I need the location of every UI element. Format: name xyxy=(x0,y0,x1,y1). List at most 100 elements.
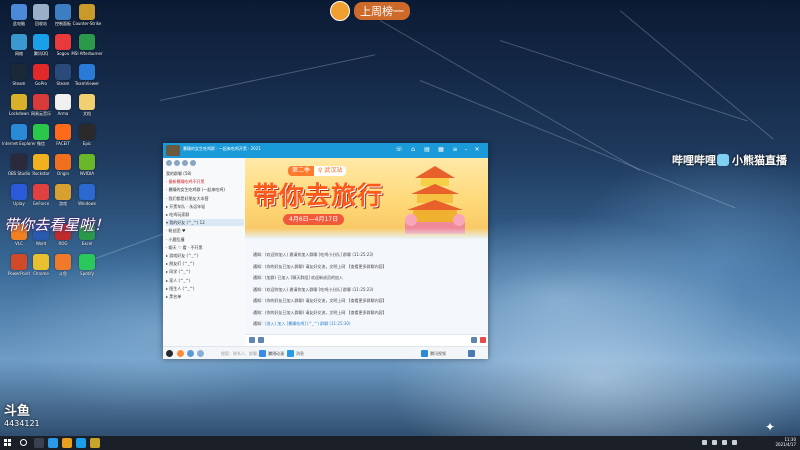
contact-list-item[interactable]: ▸ 朋友们 (^_^) xyxy=(166,260,244,267)
qq-footer-bar: 搜索：联系人、群聊、群、文件 腾讯动漫 消息 腾讯视频 xyxy=(163,346,488,359)
footer-item-a[interactable]: 腾讯动漫 xyxy=(268,350,284,357)
emoji-icon[interactable] xyxy=(249,337,255,343)
desktop-icon-label: Counter-Strike xyxy=(72,21,102,26)
send-icon[interactable] xyxy=(468,350,475,357)
msg-tab-icon[interactable] xyxy=(166,160,172,166)
task-view-icon[interactable] xyxy=(34,438,44,448)
desktop-icon-label: NVIDIA xyxy=(80,171,94,176)
app-icon xyxy=(79,124,95,140)
status-icon[interactable] xyxy=(177,350,184,357)
contact-panel: 我的群聊 (58) · 最新暴躁吃鸡不开黑 · 暴躁的女生吃鸡群 (一起来吃鸡) · … xyxy=(163,158,246,359)
toolbar-call-icon[interactable]: ☏ xyxy=(395,146,403,154)
network-icon[interactable] xyxy=(712,440,717,445)
desktop-icon-label: Windows xyxy=(78,201,96,206)
search-icon[interactable] xyxy=(20,439,27,446)
banner-season-b: ♀ 武汉站 xyxy=(314,166,347,176)
footer-item-c[interactable]: 腾讯视频 xyxy=(430,350,446,357)
comic-icon[interactable] xyxy=(259,350,266,357)
more-tab-icon[interactable] xyxy=(190,160,196,166)
group-avatar[interactable] xyxy=(166,145,180,156)
app-icon xyxy=(79,254,95,270)
douyu-room-id: 4434121 xyxy=(4,419,40,428)
mail-icon[interactable] xyxy=(197,350,204,357)
toolbar-app-icon[interactable]: ▦ xyxy=(437,146,445,154)
app-icon xyxy=(55,184,71,200)
mic-icon[interactable] xyxy=(480,337,486,343)
message-prefix: 通知： xyxy=(253,263,265,269)
contact-list-item[interactable]: ▸ 游戏好友 (^_^) xyxy=(166,252,244,259)
system-clock[interactable]: 11:30 2021/4/17 xyxy=(775,437,796,447)
csgo-taskbar-icon[interactable] xyxy=(90,438,100,448)
edge-icon[interactable] xyxy=(48,438,58,448)
desktop-icon-label: 文档 xyxy=(83,111,91,116)
ime-icon[interactable] xyxy=(732,440,737,445)
chat-message: 通知：(加群) 已加入 [聊天群组] 欢迎新成员的加入 xyxy=(253,274,485,282)
screenshot-icon[interactable] xyxy=(258,337,264,343)
app-icon xyxy=(79,4,95,20)
ad-banner[interactable]: 第二季 ♀ 武汉站 带你去旅行 4月6日—4月17日 xyxy=(245,158,488,239)
message-prefix: 通知： xyxy=(253,298,265,303)
contact-panel-tools xyxy=(166,160,196,167)
qq-title-bar[interactable]: 暴躁的女生吃鸡群 · 一起来吃鸡开黑 · 2021 ☏ ⌂ ▤ ▦ ≡ – ✕ xyxy=(163,143,488,158)
toolbar-home-icon[interactable]: ⌂ xyxy=(409,146,417,154)
contact-list-item[interactable]: ▸ 家人 (^_^) xyxy=(166,277,244,284)
contact-list-item[interactable]: ▸ 吃鸡玩家群 xyxy=(166,211,244,218)
tool-icon[interactable] xyxy=(421,350,428,357)
taskbar: 11:30 2021/4/17 xyxy=(0,436,800,450)
app-icon xyxy=(55,94,71,110)
douyu-logo: 斗鱼 xyxy=(4,404,31,419)
toolbar-file-icon[interactable]: ▤ xyxy=(423,146,431,154)
chat-area: 第二季 ♀ 武汉站 带你去旅行 4月6日—4月17日 通知：(欢迎你加入) 邀请… xyxy=(245,158,488,359)
message-text: (你的好友已加入群聊) 请友好交流，文明上网 【查看更多群聊内容】 xyxy=(265,309,387,315)
weather-icon[interactable] xyxy=(187,350,194,357)
contact-list-item[interactable]: ▸ 开黑车队 · 永远年轻 xyxy=(166,203,244,210)
streamer-avatar xyxy=(330,1,350,21)
contact-list-item[interactable]: ▸ 陌生人 (^_^) xyxy=(166,285,244,292)
contact-list-item[interactable]: · 暴躁的女生吃鸡群 (一起来吃鸡) xyxy=(166,186,244,193)
history-icon[interactable] xyxy=(471,337,477,343)
contact-list-item[interactable]: 我的群聊 (58) xyxy=(166,170,244,177)
app-icon xyxy=(55,154,71,170)
desktop-icon-label: Spotify xyxy=(80,271,94,276)
message-text: (欢迎你加入) 邀请你加入群聊 [吃鸡小分队] 群聊 (11:25:23) xyxy=(265,286,374,292)
contact-list-item[interactable]: ▾ 我的好友 (^_^) 12 xyxy=(166,219,244,227)
desktop-icon[interactable]: Spotify xyxy=(70,252,104,290)
contact-list-item[interactable]: ▸ 黑名单 xyxy=(166,293,244,300)
menu-icon[interactable]: ≡ xyxy=(451,146,459,154)
desktop-icon-label: Epic xyxy=(82,141,92,146)
banner-season-tag: 第二季 ♀ 武汉站 xyxy=(288,166,347,176)
footer-item-b[interactable]: 消息 xyxy=(296,350,304,357)
panda-tv-watermark: 小熊猫直播 xyxy=(717,152,787,168)
qq-taskbar-icon[interactable] xyxy=(76,438,86,448)
message-prefix: 通知： xyxy=(253,309,265,315)
avatar[interactable] xyxy=(166,350,173,357)
minimize-icon[interactable]: – xyxy=(462,146,470,154)
contact-list-item[interactable]: · 我们都是好朋友大本营 xyxy=(166,195,244,202)
chat-messages: 通知：(欢迎你加入) 邀请你加入群聊 [吃鸡小分队] 群聊 (11:25:23)… xyxy=(245,239,488,334)
contact-list-item[interactable]: · 小鹿乱撞 xyxy=(166,236,244,243)
contact-list-item[interactable]: ▸ 同学 (^_^) xyxy=(166,268,244,275)
chat-message: 通知：(欢迎你加入) 邀请你加入群聊 [吃鸡小分队] 群聊 (11:25:23) xyxy=(253,251,485,259)
contact-list-item[interactable]: · 最新暴躁吃鸡不开黑 xyxy=(166,178,244,185)
qq-chat-window: 暴躁的女生吃鸡群 · 一起来吃鸡开黑 · 2021 ☏ ⌂ ▤ ▦ ≡ – ✕ … xyxy=(163,143,488,359)
desktop-icon-label: TeamViewer xyxy=(74,81,100,86)
message-text: (你的好友已加入群聊) 请友好交流，文明上网 【查看更多群聊内容】 xyxy=(265,263,387,269)
volume-icon[interactable] xyxy=(722,440,727,445)
contacts-tab-icon[interactable] xyxy=(174,160,180,166)
message-text: (你的好友已加入群聊) 请友好交流，文明上网 【查看更多群聊内容】 xyxy=(265,298,387,303)
app-icon xyxy=(79,64,95,80)
tray-arrow-icon[interactable] xyxy=(702,440,707,445)
video-icon[interactable] xyxy=(287,350,294,357)
contact-list-item[interactable]: · 粉丝团 ♥ xyxy=(166,227,244,234)
app-icon xyxy=(55,64,71,80)
message-text: (欢迎你加入) 邀请你加入群聊 [吃鸡小分队] 群聊 (11:25:23) xyxy=(265,252,374,257)
chat-message: 通知：(欢迎你加入) 邀请你加入群聊 [吃鸡小分队] 群聊 (11:25:23) xyxy=(253,286,485,294)
pagoda-illustration xyxy=(405,166,465,234)
app-icon xyxy=(55,34,71,50)
close-icon[interactable]: ✕ xyxy=(473,146,481,154)
folder-icon[interactable] xyxy=(62,438,72,448)
space-tab-icon[interactable] xyxy=(182,160,188,166)
banner-date: 4月6日—4月17日 xyxy=(283,214,345,225)
contact-list-item[interactable]: · 聊天 ♡ 看 · 不开黑 xyxy=(166,244,244,251)
windows-start-icon[interactable] xyxy=(4,439,12,447)
